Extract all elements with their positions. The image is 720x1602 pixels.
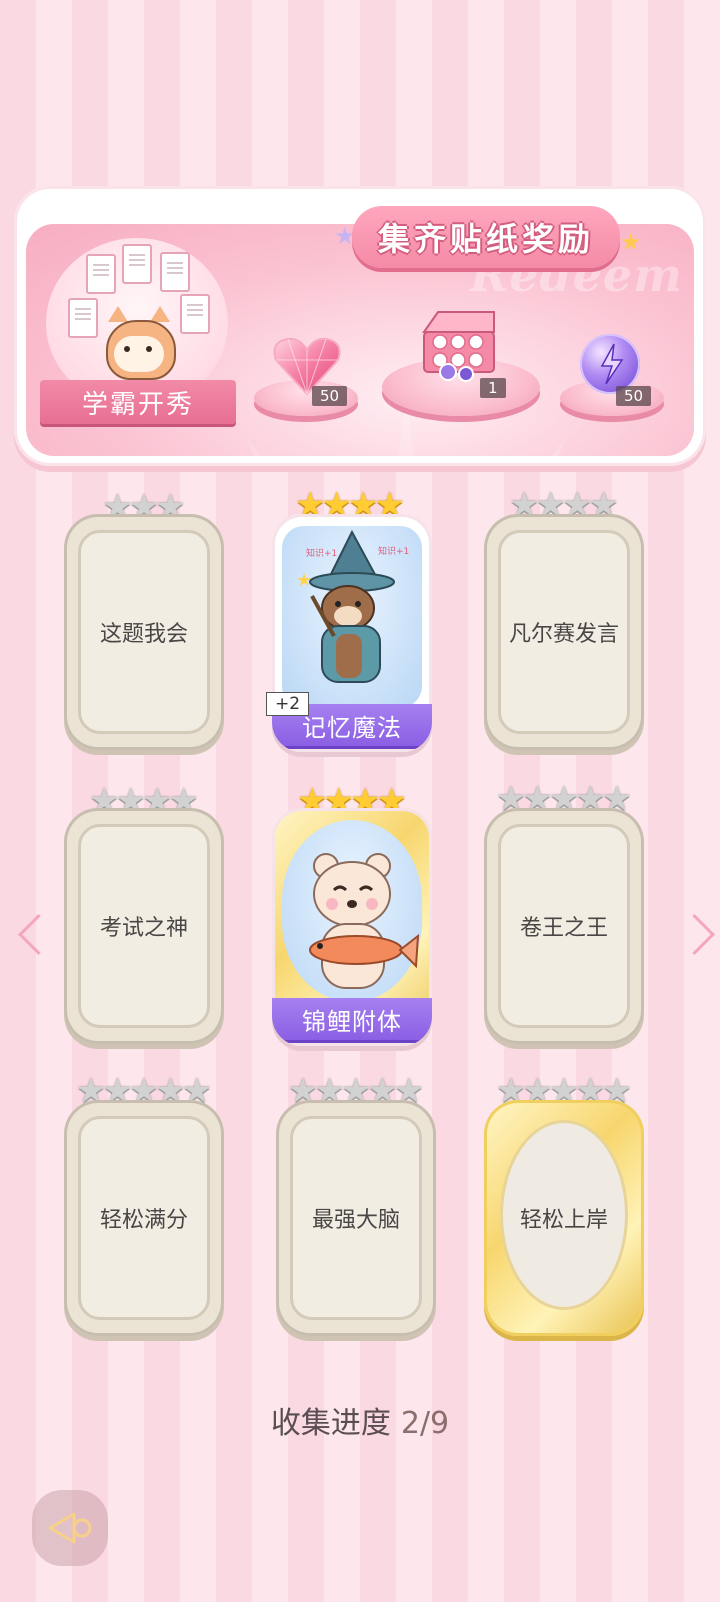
banner-title: 集齐贴纸奖励 (377, 220, 594, 258)
card-label: 轻松满分 (99, 1208, 188, 1233)
reward-quantity: 50 (312, 386, 348, 406)
svg-text:知识+1: 知识+1 (378, 545, 409, 557)
card-label: 这题我会 (99, 622, 188, 647)
card-label: 最强大脑 (311, 1208, 400, 1233)
sparkle-star-icon: ★ (620, 228, 642, 256)
progress-label: 收集进度 (270, 1406, 391, 1441)
cat-ear-icon (108, 306, 128, 322)
collection-progress: 收集进度 2/9 (0, 1398, 720, 1442)
card-label: 轻松上岸 (519, 1208, 608, 1233)
banner-title-ribbon: 集齐贴纸奖励 (352, 206, 620, 268)
reward-quantity: 50 (616, 386, 652, 406)
svg-text:★: ★ (296, 570, 312, 591)
svg-text:知识+1: 知识+1 (306, 547, 337, 559)
sticker-card-locked[interactable]: 卷王之王 (484, 808, 644, 1044)
back-arrow-icon (48, 1512, 92, 1544)
sticker-card-locked[interactable]: 轻松满分 (64, 1100, 224, 1336)
card-name-banner: 锦鲤附体 (272, 998, 432, 1040)
card-label: 卷王之王 (519, 916, 608, 941)
sticker-card-rare-locked[interactable]: 轻松上岸 (484, 1100, 644, 1336)
sticker-card-locked[interactable]: 这题我会 (64, 514, 224, 750)
back-button[interactable] (32, 1490, 108, 1566)
sticker-card-locked[interactable]: 凡尔赛发言 (484, 514, 644, 750)
reward-quantity: 1 (480, 378, 506, 398)
sticker-card-locked[interactable]: 考试之神 (64, 808, 224, 1044)
sticker-card-collected[interactable]: 锦鲤附体 (272, 808, 432, 1046)
lightning-bolt-icon (600, 343, 624, 385)
bear-koi-illustration (282, 820, 422, 1002)
lightning-orb-icon[interactable] (580, 334, 640, 394)
card-label: 凡尔赛发言 (508, 622, 619, 647)
next-page-arrow-icon[interactable] (673, 913, 716, 956)
cat-face-icon (114, 336, 164, 372)
sticker-card-locked[interactable]: 最强大脑 (276, 1100, 436, 1336)
cat-ear-icon (150, 306, 170, 322)
sticker-card-collected[interactable]: ★ 知识+1 知识+1 记忆魔法 (272, 514, 432, 752)
badge-label: 学霸开秀 (81, 389, 194, 420)
card-label: 考试之神 (99, 916, 188, 941)
gift-box-icon[interactable] (418, 306, 500, 382)
duplicate-count-badge: +2 (266, 692, 310, 716)
badge-label-ribbon: 学霸开秀 (40, 380, 236, 424)
progress-value: 2/9 (400, 1406, 450, 1441)
otter-wizard-illustration: ★ 知识+1 知识+1 (282, 526, 422, 708)
previous-page-arrow-icon[interactable] (17, 913, 60, 956)
